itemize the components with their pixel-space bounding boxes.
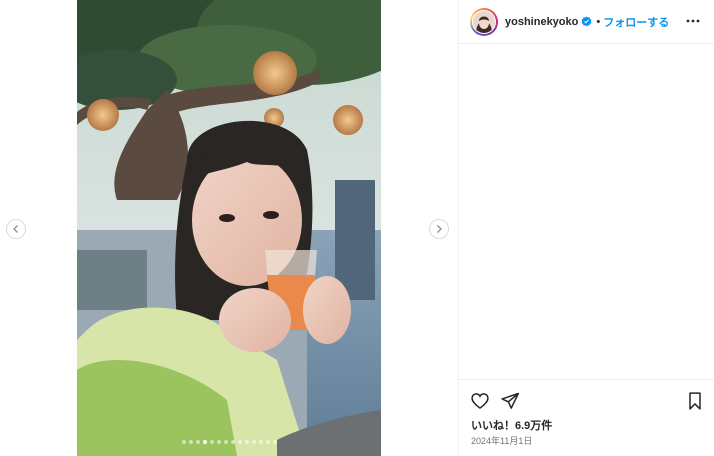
carousel-dot: [272, 440, 277, 444]
post-photo-image: [77, 0, 381, 456]
carousel-dot: [237, 440, 242, 444]
heart-icon[interactable]: [470, 391, 490, 416]
carousel-dot: [223, 440, 228, 444]
likes-count[interactable]: いいね！6.9万件: [471, 417, 552, 433]
carousel-dot: [258, 440, 263, 444]
carousel-dot: [202, 440, 207, 444]
carousel-dot: [216, 440, 221, 444]
chevron-left-icon: [11, 224, 21, 234]
chevron-right-icon: [434, 224, 444, 234]
follow-button[interactable]: フォローする: [603, 14, 669, 30]
side-pane: yoshinekyoko • フォローする いいね！6.9万件 2024年11月…: [458, 0, 714, 456]
post-photo[interactable]: [77, 0, 381, 456]
username-link[interactable]: yoshinekyoko: [505, 16, 578, 28]
carousel-dot: [251, 440, 256, 444]
avatar[interactable]: [470, 7, 498, 36]
carousel-next-button[interactable]: [429, 219, 449, 239]
more-options-icon[interactable]: [685, 13, 701, 34]
carousel-prev-button[interactable]: [6, 219, 26, 239]
carousel-dot: [188, 440, 193, 444]
verified-badge-icon: [581, 16, 592, 27]
carousel-dot: [230, 440, 235, 444]
carousel-dot: [209, 440, 214, 444]
bookmark-icon[interactable]: [686, 391, 704, 416]
action-bar: [470, 391, 704, 413]
carousel-dot: [195, 440, 200, 444]
header-separator: •: [596, 15, 601, 28]
carousel-dot: [265, 440, 270, 444]
post-footer: いいね！6.9万件 2024年11月1日: [459, 379, 714, 456]
post-date[interactable]: 2024年11月1日: [471, 434, 532, 447]
carousel-dot: [181, 440, 186, 444]
carousel-dot: [244, 440, 249, 444]
send-icon[interactable]: [500, 391, 520, 416]
carousel-indicator: [77, 440, 381, 444]
post-header: yoshinekyoko • フォローする: [459, 0, 714, 44]
media-pane: [0, 0, 458, 456]
